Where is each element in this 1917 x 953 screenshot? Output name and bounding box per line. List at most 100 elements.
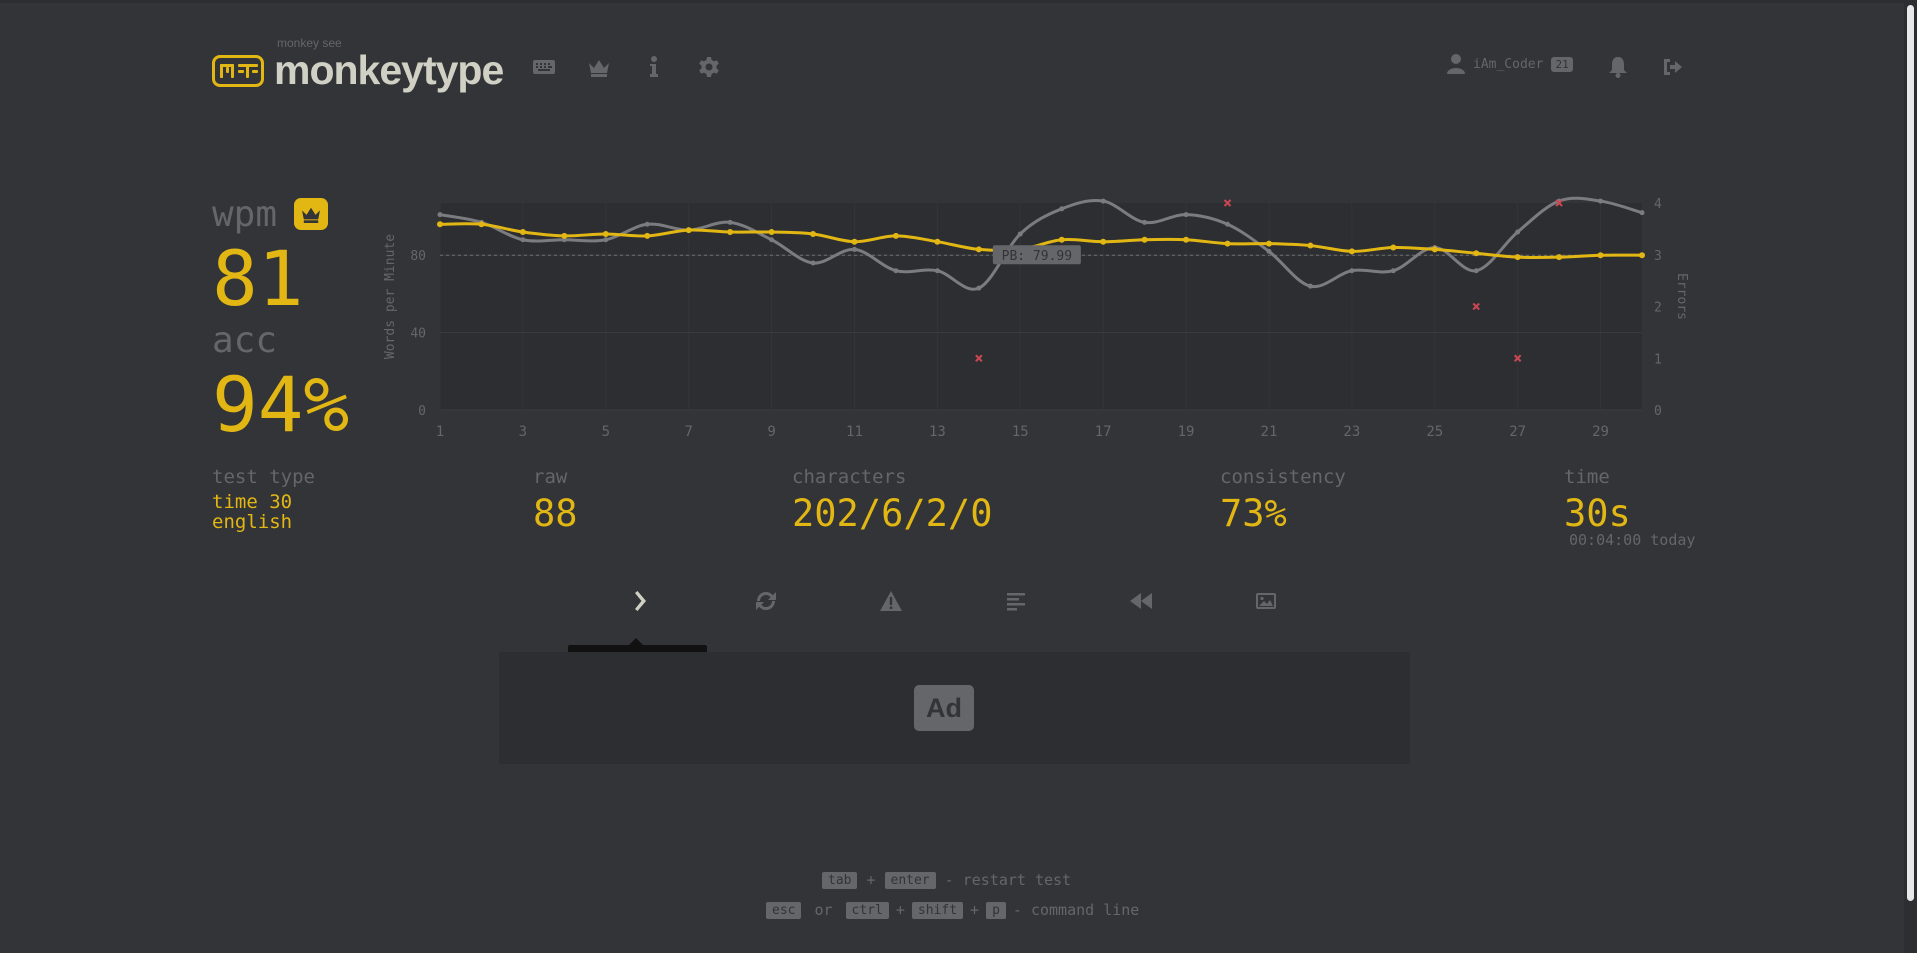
chart-x-tick-label: 13 [929,424,946,440]
chart-raw-point [934,268,940,274]
test-type-label: test type [212,466,315,488]
warning-icon [880,591,902,611]
chart-wpm-point [437,221,443,228]
chart-raw-point [727,219,733,225]
chart-raw-point [1183,212,1189,218]
chart-raw-point [976,285,982,291]
chart-wpm-point [561,232,568,239]
chart-x-tick-label: 5 [602,424,610,440]
chart-wpm-point [1224,240,1231,247]
chart-wpm-point [1431,246,1438,253]
restart-hint-text: - restart test [944,871,1072,889]
or-text: or [814,901,833,919]
logo[interactable]: monkeytype [212,47,504,93]
scrollbar[interactable] [1904,3,1917,953]
crown-icon[interactable] [587,55,611,79]
key-enter: enter [884,871,936,889]
chart-wpm-point [1473,250,1480,257]
chart-raw-point [1266,248,1272,254]
next-test-button[interactable] [624,585,656,617]
time-group: time 30s [1564,466,1631,535]
chart-y-tick-label: 40 [410,327,426,342]
chart-wpm-point [478,221,485,228]
chart-x-tick-label: 29 [1592,424,1609,440]
chart-wpm-point [519,229,526,236]
plus-text: + [866,871,876,889]
image-icon [1256,593,1276,609]
logo-subtitle: monkey see [277,36,342,50]
characters-label: characters [792,466,907,488]
bell-icon[interactable] [1606,55,1630,79]
chart-wpm-point [1348,248,1355,255]
test-language: english [212,511,293,533]
chart-wpm-point [1265,240,1272,247]
key-tab: tab [822,871,858,889]
chart-wpm-point [975,246,982,253]
raw-label: raw [533,466,568,488]
chart-raw-point [851,246,857,252]
keyboard-icon[interactable] [532,55,556,79]
user-icon [1447,54,1465,74]
chart-wpm-point [851,238,858,245]
chart-wpm-point [934,238,941,245]
characters-group: characters 202/6/2/0 [792,466,992,535]
chart-raw-point [1059,206,1065,212]
restart-hint: tab + enter - restart test [822,871,1071,889]
plus-text: + [970,901,980,919]
chart-raw-point [1225,221,1231,227]
scrollbar-thumb[interactable] [1907,5,1914,901]
username: iAm_Coder [1473,56,1544,72]
chart-wpm-point [892,232,899,239]
chart-wpm-point [1639,252,1645,259]
consistency-label: consistency [1220,466,1346,488]
account-button[interactable]: iAm_Coder 21 [1447,54,1573,74]
wpm-value: 81 [212,234,304,323]
chart-x-tick-label: 23 [1343,424,1360,440]
align-left-icon [1007,593,1025,611]
chart-x-tick-label: 11 [846,424,863,440]
info-icon[interactable] [642,55,666,79]
logo-text: monkeytype [274,47,504,93]
chart-wpm-point [1556,254,1563,261]
chart-raw-point [1307,283,1313,289]
gear-icon[interactable] [697,55,721,79]
raw-value: 88 [533,492,578,535]
chart-raw-point [810,260,816,266]
chart-raw-point [1639,210,1645,216]
chart-wpm-point [1597,252,1604,259]
chart-y2-axis-label: Errors [1674,273,1689,320]
command-line-hint: esc or ctrl + shift + p - command line [766,901,1139,919]
chart-wpm-point [685,227,692,234]
save-screenshot-button[interactable] [1250,585,1282,617]
restart-test-button[interactable] [750,585,782,617]
key-esc: esc [766,901,802,919]
raw-group: raw 88 [533,466,578,535]
logo-icon [212,54,264,87]
chart-raw-point [1390,268,1396,274]
chart-raw-point [644,221,650,227]
chart-wpm-point [810,230,817,237]
chart-x-tick-label: 25 [1426,424,1443,440]
sign-out-icon[interactable] [1661,55,1685,79]
chart-raw-point [1017,231,1023,237]
test-type-value: time 30 [212,491,293,513]
chart-wpm-point [1141,236,1148,243]
chart-raw-point [520,237,526,243]
chart-pb-label: PB: 79.99 [1002,249,1072,264]
key-p: p [986,901,1006,919]
time-label: time [1564,466,1610,488]
chevron-right-icon [635,591,646,611]
word-history-button[interactable] [1000,585,1032,617]
replay-button[interactable] [1125,585,1157,617]
chart-y2-tick-label: 4 [1654,197,1662,212]
chart-raw-point [1598,198,1604,204]
refresh-icon [756,592,776,610]
crown-icon [302,207,320,223]
wpm-chart[interactable]: 1 3 5 7 9 11 13 15 17 19 21 23 25 27 290408001234Words… [370,190,1700,450]
chart-raw-point [769,237,775,243]
practice-missed-button[interactable] [875,585,907,617]
test-type-group: test type time 30 english [212,466,315,532]
chart-x-tick-label: 1 [436,424,444,440]
chart-y2-tick-label: 0 [1654,404,1662,419]
header: monkeytype monkey see iAm_Coder 21 [212,30,1692,100]
